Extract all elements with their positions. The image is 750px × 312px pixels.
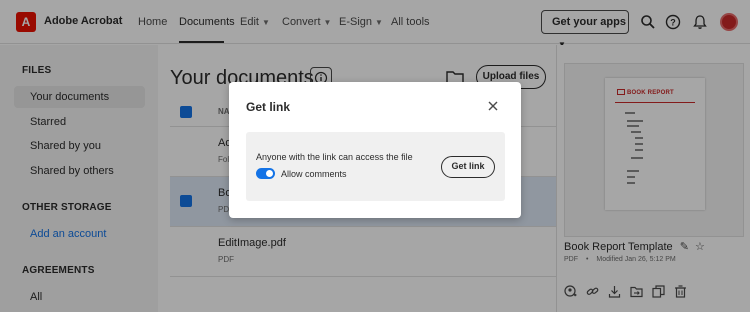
allow-comments-toggle[interactable]	[256, 168, 275, 179]
allow-comments-label: Allow comments	[281, 169, 347, 179]
get-link-button[interactable]: Get link	[441, 156, 495, 178]
toggle-knob	[266, 170, 273, 177]
dialog-title: Get link	[246, 100, 291, 114]
link-access-description: Anyone with the link can access the file	[256, 152, 413, 162]
close-icon[interactable]	[487, 100, 499, 112]
get-link-dialog: Get link Anyone with the link can access…	[229, 82, 521, 218]
link-settings-box: Anyone with the link can access the file…	[246, 132, 505, 201]
